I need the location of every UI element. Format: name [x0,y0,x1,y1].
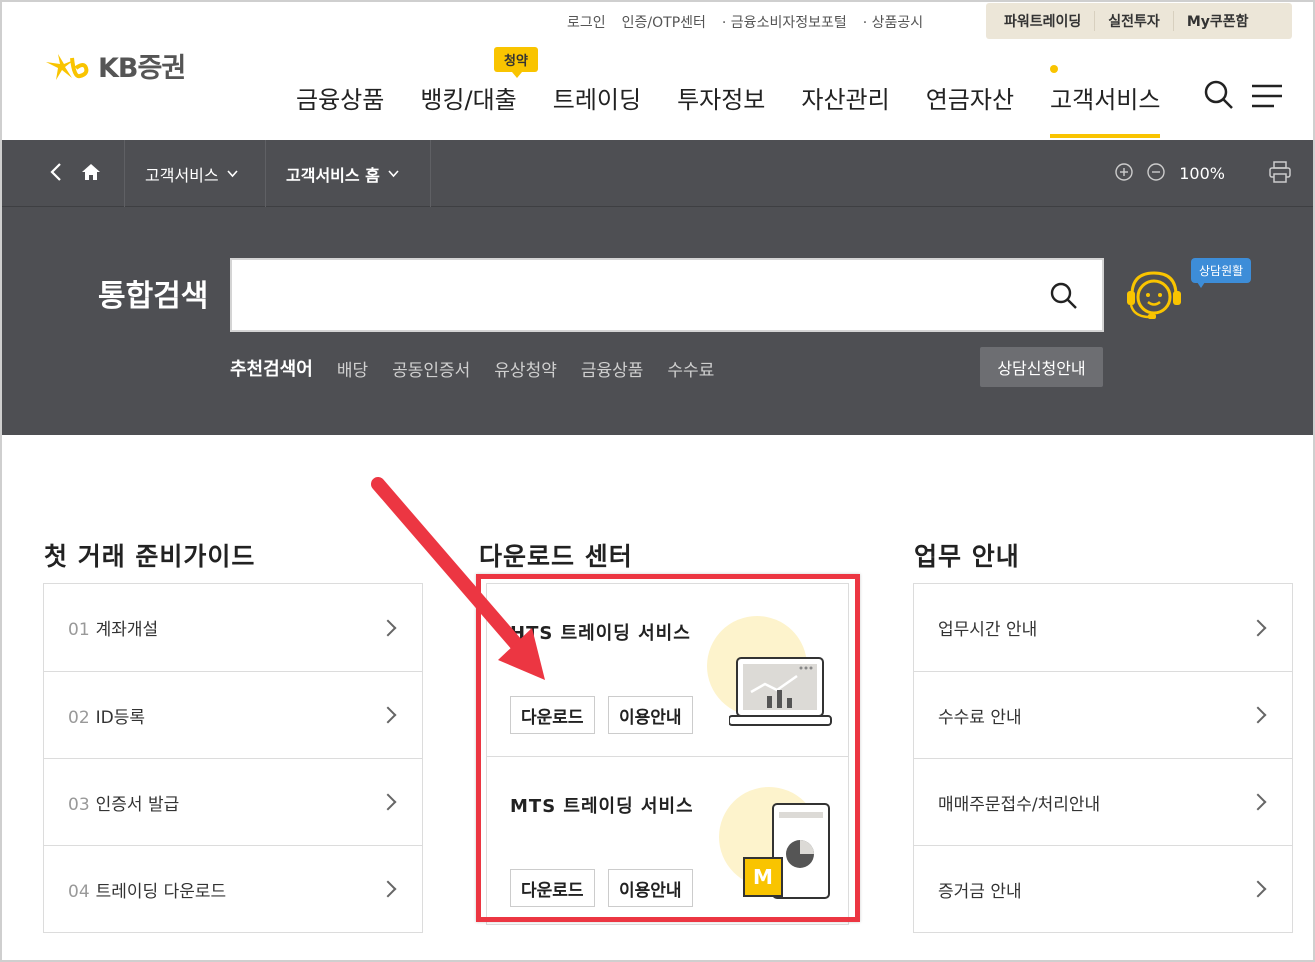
chevron-right-icon [379,880,397,898]
business-guide-title: 업무 안내 [914,542,1020,571]
keyword-public-cert[interactable]: 공동인증서 [392,356,470,381]
search-icon[interactable] [1204,80,1234,114]
keyword-financial-products[interactable]: 금융상품 [581,356,644,381]
item-label: 인증서 발급 [95,794,180,815]
item-label: 매매주문접수/처리안내 [938,794,1101,815]
loc-level2-dropdown[interactable]: 고객서비스 홈 [266,140,431,207]
nav-asset-management[interactable]: 자산관리 [801,80,889,138]
business-item[interactable]: 수수료 안내 [914,671,1292,758]
consult-status-bubble: 상담원활 [1191,258,1252,288]
guide-item[interactable]: 03 인증서 발급 [44,758,422,845]
item-label: 계좌개설 [95,620,159,640]
chevron-right-icon [1249,619,1267,636]
chevron-down-icon [227,169,238,177]
nav-trading[interactable]: 트레이딩 [553,80,641,138]
chevron-right-icon [379,793,397,811]
home-icon[interactable] [82,163,100,184]
power-trading-link[interactable]: 파워트레이딩 [986,11,1094,31]
subscription-badge: 청약 [494,47,538,78]
keyword-rights-offering[interactable]: 유상청약 [494,356,557,381]
guide-title: 첫 거래 준비가이드 [44,542,256,571]
chevron-right-icon [1249,706,1267,724]
rec-title: 추천검색어 [230,359,313,380]
item-label: 업무시간 안내 [938,620,1038,640]
back-icon[interactable] [50,162,62,186]
zoom-out-icon[interactable] [1147,162,1165,185]
recommended-keywords: 추천검색어 배당 공동인증서 유상청약 금융상품 수수료 [230,355,738,381]
loc-level1-label: 고객서비스 [145,165,219,185]
business-item[interactable]: 매매주문접수/처리안내 [914,758,1292,845]
quick-menu-box: 파워트레이딩 실전투자 My쿠폰함 [986,3,1292,39]
search-box [230,258,1104,332]
location-bar: 고객서비스 고객서비스 홈 100% [0,140,1315,207]
nav-investment-info[interactable]: 투자정보 [677,80,765,138]
print-icon[interactable] [1269,160,1291,187]
loc-level2-label: 고객서비스 홈 [286,165,380,185]
business-item[interactable]: 업무시간 안내 [914,584,1292,671]
product-notice-link[interactable]: · 상품공시 [863,12,923,32]
consumer-portal-link[interactable]: · 금융소비자정보포털 [722,12,847,32]
kb-logo[interactable]: KB증권 [44,46,186,85]
main-nav: 금융상품 뱅킹/대출 트레이딩 투자정보 자산관리 연금자산 고객서비스 [296,65,1196,138]
item-label: 트레이딩 다운로드 [95,881,227,902]
headset-agent-icon[interactable] [1124,267,1184,327]
guide-item[interactable]: 04 트레이딩 다운로드 [44,845,422,932]
loc-back-home [0,140,125,207]
chevron-right-icon [1249,880,1267,898]
item-label: 증거금 안내 [938,881,1022,902]
header: 로그인 인증/OTP센터 · 금융소비자정보포털 · 상품공시 파워트레이딩 실… [0,0,1315,140]
chevron-right-icon [379,706,397,724]
utility-links: 로그인 인증/OTP센터 · 금융소비자정보포털 · 상품공시 [567,12,939,32]
chevron-down-icon [388,169,399,177]
cert-otp-link[interactable]: 인증/OTP센터 [622,12,706,32]
login-link[interactable]: 로그인 [567,12,606,32]
kb-star-icon [44,48,92,84]
logo-text: KB증권 [98,53,186,84]
consult-guide-button[interactable]: 상담신청안내 [980,347,1103,387]
search-input[interactable] [232,260,1032,330]
zoom-level: 100% [1179,164,1225,183]
keyword-dividend[interactable]: 배당 [337,356,368,381]
item-label: 수수료 안내 [938,707,1022,728]
nav-banking-loan[interactable]: 뱅킹/대출 [420,80,516,138]
search-section: 통합검색 추천검색어 배당 공동인증서 유상청약 금융상품 수수료 상담신청안내… [0,207,1315,435]
annotation-arrow [371,477,545,680]
item-number: 01 [68,620,90,640]
nav-customer-service[interactable]: 고객서비스 [1050,65,1161,138]
search-submit-icon[interactable] [1050,282,1078,314]
item-label: ID등록 [95,707,146,728]
nav-financial-products[interactable]: 금융상품 [296,80,384,138]
menu-icon[interactable] [1252,84,1284,112]
keyword-fees[interactable]: 수수료 [667,356,714,381]
loc-level1-dropdown[interactable]: 고객서비스 [125,140,266,207]
real-invest-link[interactable]: 실전투자 [1094,11,1173,31]
chevron-right-icon [1249,793,1267,811]
business-item[interactable]: 증거금 안내 [914,845,1292,932]
nav-pension[interactable]: 연금자산 [926,80,1014,138]
item-number: 03 [68,794,90,815]
zoom-in-icon[interactable] [1115,162,1133,185]
business-list: 업무시간 안내 수수료 안내 매매주문접수/처리안내 증거금 안내 [913,583,1293,933]
item-number: 02 [68,707,90,728]
item-number: 04 [68,881,90,902]
my-coupon-link[interactable]: My쿠폰함 [1172,11,1262,31]
search-title: 통합검색 [98,279,209,314]
